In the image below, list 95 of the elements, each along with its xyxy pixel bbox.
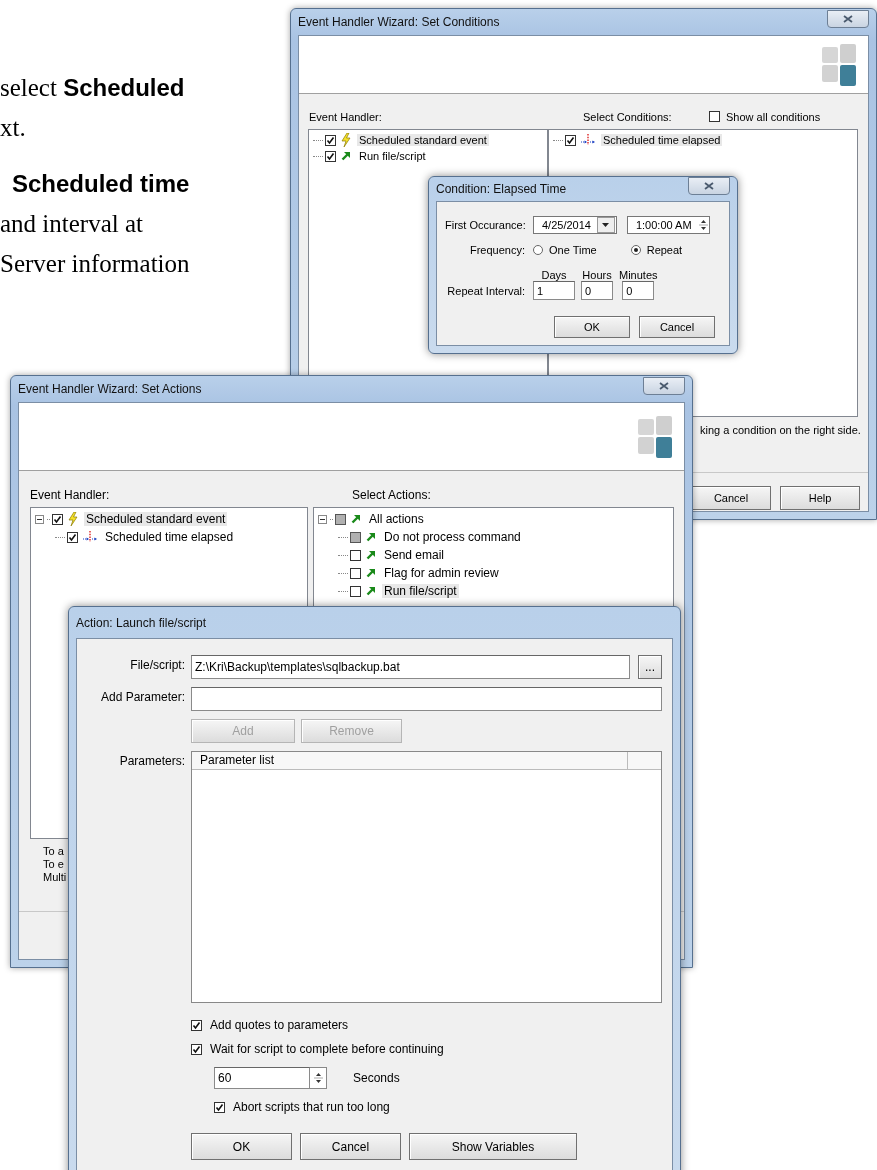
unit-label: Seconds (353, 1071, 400, 1085)
checkbox-label: Wait for script to complete before continuing (210, 1042, 444, 1056)
window-title: Action: Launch file/script (76, 615, 207, 630)
checkbox[interactable] (52, 513, 63, 525)
dotted-arrows-icon (83, 531, 97, 543)
checkbox[interactable] (325, 150, 336, 162)
tree-item[interactable]: Scheduled standard event (84, 512, 228, 526)
tiles-logo-icon (822, 43, 856, 86)
spinner-arrows-icon (313, 1070, 323, 1086)
number-field[interactable]: 0 (622, 281, 655, 300)
dropdown-arrow-icon (602, 222, 610, 227)
number-field[interactable]: 0 (581, 281, 613, 300)
text-line: Server information (0, 249, 191, 279)
text-line: select Scheduled (0, 73, 186, 103)
radio-label: Repeat (646, 243, 683, 256)
collapse-icon[interactable] (318, 514, 327, 524)
field-label: Add Parameter: (99, 689, 185, 704)
checkbox-label: Show all conditions (726, 110, 821, 123)
field-label: Repeat Interval: (446, 285, 525, 299)
checkbox-label: Add quotes to parameters (210, 1018, 349, 1032)
checkbox[interactable] (350, 531, 361, 543)
column-header[interactable]: Parameter list (192, 752, 628, 769)
close-button[interactable] (688, 177, 730, 195)
dialog-button[interactable]: Cancel (300, 1133, 401, 1160)
lightning-icon (68, 512, 78, 526)
checkbox-label: Abort scripts that run too long (233, 1100, 390, 1114)
window-title: Condition: Elapsed Time (436, 182, 567, 196)
close-icon (704, 182, 714, 190)
checkbox[interactable] (214, 1101, 225, 1113)
dialog-button[interactable]: OK (191, 1133, 292, 1160)
section-label: Select Actions: (352, 488, 431, 502)
checkbox[interactable] (191, 1043, 202, 1055)
close-icon (843, 15, 853, 23)
tiles-logo-icon (638, 415, 672, 458)
checkbox[interactable] (565, 134, 576, 146)
field-label: File/script: (129, 657, 185, 672)
date-picker[interactable]: 4/25/2014 (533, 215, 617, 234)
field-label: Parameters: (118, 753, 185, 768)
column-label: Minutes (619, 269, 658, 281)
lightning-icon (341, 133, 351, 147)
collapse-icon[interactable] (35, 514, 44, 524)
section-label: Select Conditions: (583, 110, 673, 123)
window-title: Event Handler Wizard: Set Actions (18, 382, 202, 396)
checkbox[interactable] (67, 531, 78, 543)
time-spinner[interactable]: 1:00:00 AM (626, 215, 710, 234)
tree-item[interactable]: Do not process command (382, 530, 523, 544)
arrow-icon (341, 151, 351, 161)
window-title: Event Handler Wizard: Set Conditions (298, 15, 500, 29)
radio-button[interactable] (533, 244, 543, 255)
tree-item[interactable]: Run file/script (382, 584, 459, 598)
tree-item[interactable]: All actions (367, 512, 426, 526)
column-label: Days (541, 269, 567, 281)
field-label: Frequency: (468, 243, 525, 256)
dialog-button[interactable]: Cancel (691, 486, 771, 510)
text-line: Scheduled time (11, 169, 191, 199)
tree-item[interactable]: Scheduled standard event (357, 134, 489, 146)
text-line: and interval at (0, 209, 144, 239)
number-field[interactable]: 60 (214, 1067, 310, 1089)
dialog-button[interactable]: OK (554, 316, 630, 338)
checkbox[interactable] (350, 549, 361, 561)
tree-item[interactable]: Send email (382, 548, 447, 562)
tree-item[interactable]: Scheduled time elapsed (103, 530, 236, 544)
number-field[interactable]: 1 (533, 281, 575, 300)
dialog-button[interactable]: Help (780, 486, 860, 510)
close-button[interactable] (827, 10, 869, 28)
checkbox[interactable] (335, 513, 346, 525)
text-line: xt. (0, 113, 27, 143)
checkbox[interactable] (350, 585, 361, 597)
file-path-field[interactable]: Z:\Kri\Backup\templates\sqlbackup.bat (191, 655, 630, 679)
section-label: Event Handler: (309, 110, 383, 123)
radio-label: One Time (549, 243, 597, 256)
checkbox[interactable] (709, 111, 720, 122)
checkbox[interactable] (350, 567, 361, 579)
radio-button[interactable] (630, 244, 641, 255)
tree-item[interactable]: Scheduled time elapsed (601, 134, 723, 146)
dialog-button[interactable]: Show Variables (409, 1133, 577, 1160)
close-button[interactable] (643, 377, 685, 395)
hint-text: To e (43, 858, 65, 871)
dialog-button[interactable]: Cancel (639, 316, 715, 338)
hint-text: Multi (43, 871, 68, 884)
dotted-arrows-icon (581, 134, 595, 146)
field-label: First Occurance: (445, 218, 525, 231)
checkbox[interactable] (325, 134, 336, 146)
hint-text: To a (43, 845, 65, 858)
column-label: Hours (582, 269, 612, 281)
spinner-arrows-icon (698, 217, 708, 232)
section-label: Event Handler: (30, 488, 111, 502)
tree-item[interactable]: Flag for admin review (382, 566, 501, 580)
close-icon (659, 382, 669, 390)
hint-text: king a condition on the right side. (700, 424, 861, 436)
tree-item[interactable]: Run file/script (357, 150, 428, 162)
parameter-list[interactable]: Parameter list (191, 751, 662, 1003)
parameter-field[interactable] (191, 687, 662, 711)
browse-button[interactable]: ... (638, 655, 662, 679)
checkbox[interactable] (191, 1019, 202, 1031)
